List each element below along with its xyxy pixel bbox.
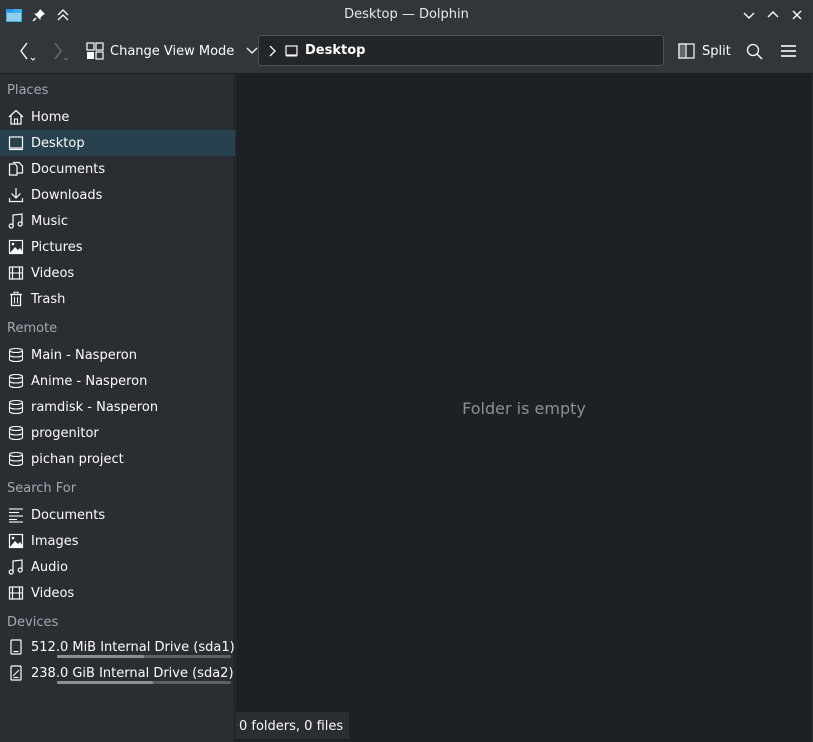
capacity-bar-sda1 [57, 655, 231, 658]
downloads-icon [7, 186, 25, 204]
sidebar-item-search-documents[interactable]: Documents [0, 502, 235, 528]
sidebar-item-label: Anime - Nasperon [31, 373, 148, 389]
sidebar-item-search-images[interactable]: Images [0, 528, 235, 554]
network-drive-icon [7, 398, 25, 416]
back-button[interactable] [12, 37, 40, 65]
section-header-remote: Remote [7, 321, 58, 336]
split-label: Split [702, 43, 731, 59]
sidebar-item-documents[interactable]: Documents [0, 156, 235, 182]
chevron-right-icon[interactable] [267, 45, 277, 57]
drive-icon [7, 664, 25, 682]
network-drive-icon [7, 346, 25, 364]
sidebar-item-videos[interactable]: Videos [0, 260, 235, 286]
network-drive-icon [7, 424, 25, 442]
section-header-devices: Devices [7, 615, 59, 630]
view-grid-icon [86, 42, 104, 60]
close-icon[interactable] [787, 5, 807, 25]
pictures-icon [7, 532, 25, 550]
network-drive-icon [7, 372, 25, 390]
empty-folder-message: Folder is empty [462, 399, 586, 418]
sidebar-item-label: Music [31, 213, 68, 229]
sidebar-item-label: Main - Nasperon [31, 347, 137, 363]
documents-icon [7, 160, 25, 178]
change-view-mode-label: Change View Mode [110, 43, 235, 59]
title-bar: Desktop — Dolphin [0, 0, 813, 29]
sidebar-item-label: Desktop [31, 135, 85, 151]
sidebar-item-label: ramdisk - Nasperon [31, 399, 159, 415]
sidebar-item-pichan-project[interactable]: pichan project [0, 446, 235, 472]
toolbar: Change View Mode Desktop Split [0, 29, 813, 73]
music-icon [7, 212, 25, 230]
trash-icon [7, 290, 25, 308]
capacity-bar-sda2 [57, 681, 231, 684]
text-lines-icon [7, 506, 25, 524]
sidebar-item-label: Home [31, 109, 70, 125]
search-button[interactable] [746, 37, 763, 65]
sidebar-item-label: Videos [31, 585, 75, 601]
forward-arrow-icon [54, 42, 69, 61]
section-header-places: Places [7, 83, 49, 98]
status-bar: 0 folders, 0 files [236, 711, 351, 740]
maximize-icon[interactable] [763, 5, 783, 25]
chevron-down-icon[interactable] [246, 45, 258, 57]
sidebar-item-progenitor[interactable]: progenitor [0, 420, 235, 446]
places-panel: Places Home Desktop Documents Downloads … [0, 74, 235, 742]
desktop-icon [7, 134, 25, 152]
location-breadcrumb[interactable]: Desktop [258, 35, 664, 66]
desktop-icon [285, 44, 298, 57]
sidebar-item-ramdisk-nasperon[interactable]: ramdisk - Nasperon [0, 394, 235, 420]
sidebar-item-pictures[interactable]: Pictures [0, 234, 235, 260]
breadcrumb-current[interactable]: Desktop [305, 43, 365, 58]
sidebar-item-search-audio[interactable]: Audio [0, 554, 235, 580]
sidebar-item-search-videos[interactable]: Videos [0, 580, 235, 606]
split-button[interactable]: Split [678, 37, 731, 65]
hamburger-menu-icon [781, 45, 796, 57]
section-header-search-for: Search For [7, 481, 77, 496]
search-icon [746, 43, 763, 60]
sidebar-item-label: Images [31, 533, 79, 549]
minimize-icon[interactable] [739, 5, 759, 25]
sidebar-item-label: Documents [31, 507, 106, 523]
hamburger-menu-button[interactable] [780, 37, 797, 65]
sidebar-item-trash[interactable]: Trash [0, 286, 235, 312]
sidebar-item-label: Trash [31, 291, 66, 307]
sidebar-item-desktop[interactable]: Desktop [0, 130, 235, 156]
sidebar-item-home[interactable]: Home [0, 104, 235, 130]
sidebar-item-main-nasperon[interactable]: Main - Nasperon [0, 342, 235, 368]
sidebar-item-label: pichan project [31, 451, 124, 467]
sidebar-item-label: Audio [31, 559, 68, 575]
forward-button[interactable] [46, 37, 74, 65]
split-view-icon [678, 43, 695, 59]
sidebar-item-music[interactable]: Music [0, 208, 235, 234]
sidebar-item-label: Pictures [31, 239, 83, 255]
sidebar-item-anime-nasperon[interactable]: Anime - Nasperon [0, 368, 235, 394]
sidebar-item-label: 512.0 MiB Internal Drive (sda1) [31, 639, 235, 655]
window-title: Desktop — Dolphin [344, 7, 469, 22]
music-icon [7, 558, 25, 576]
videos-icon [7, 584, 25, 602]
drive-icon [7, 638, 25, 656]
sidebar-item-label: progenitor [31, 425, 99, 441]
sidebar-item-label: Videos [31, 265, 75, 281]
videos-icon [7, 264, 25, 282]
sidebar-item-label: Downloads [31, 187, 103, 203]
sidebar-item-label: 238.0 GiB Internal Drive (sda2) [31, 665, 234, 681]
file-view[interactable]: Folder is empty [236, 74, 812, 742]
network-drive-icon [7, 450, 25, 468]
change-view-mode-button[interactable]: Change View Mode [86, 37, 258, 65]
sidebar-item-label: Documents [31, 161, 106, 177]
back-arrow-icon [20, 42, 36, 61]
sidebar-item-downloads[interactable]: Downloads [0, 182, 235, 208]
pictures-icon [7, 238, 25, 256]
home-icon [7, 108, 25, 126]
